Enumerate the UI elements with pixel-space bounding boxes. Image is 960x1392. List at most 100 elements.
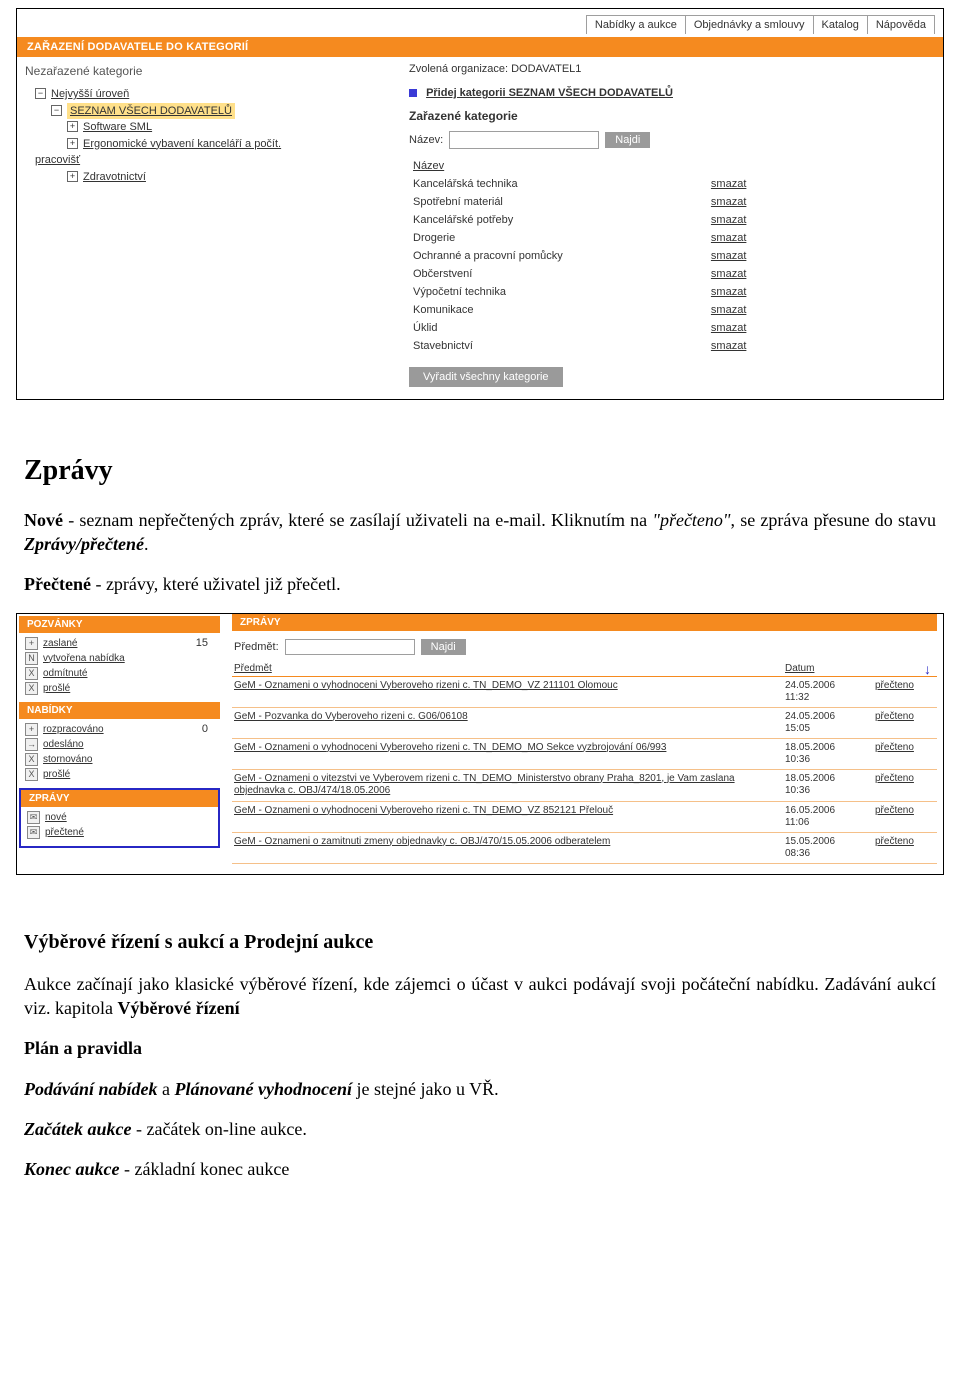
- message-subject[interactable]: GeM - Oznameni o zamitnuti zmeny objedna…: [234, 836, 785, 849]
- tree-node[interactable]: Ergonomické vybavení kanceláří a počít.: [83, 136, 281, 153]
- message-subject[interactable]: GeM - Oznameni o vitezstvi ve Vyberovem …: [234, 773, 785, 798]
- panel-row-label[interactable]: vytvořena nabídka: [43, 653, 125, 664]
- message-status-link[interactable]: přečteno: [875, 773, 935, 784]
- assigned-categories-table: Název Kancelářská technikasmazatSpotřebn…: [409, 157, 789, 355]
- panel-row-label[interactable]: stornováno: [43, 754, 92, 765]
- col-subject-header[interactable]: Předmět: [234, 663, 785, 674]
- tree-root[interactable]: Nejvyšší úroveň: [51, 86, 129, 103]
- category-name: Spotřební materiál: [409, 193, 707, 211]
- collapse-icon[interactable]: −: [35, 88, 46, 99]
- search-label: Název:: [409, 134, 443, 146]
- category-search-input[interactable]: [449, 131, 599, 149]
- col-name-header[interactable]: Název: [409, 157, 707, 175]
- panel-row-label[interactable]: přečtené: [45, 827, 84, 838]
- row-icon: +: [25, 637, 38, 650]
- collapse-icon[interactable]: −: [51, 105, 62, 116]
- message-subject[interactable]: GeM - Pozvanka do Vyberoveho rizeni c. G…: [234, 711, 785, 724]
- row-icon: ✉: [27, 826, 40, 839]
- row-icon: X: [25, 753, 38, 766]
- tab-objednavky-smlouvy[interactable]: Objednávky a smlouvy: [686, 15, 814, 34]
- messages-main: ZPRÁVY Předmět: Najdi Předmět Datum ↓ Ge…: [222, 614, 943, 874]
- category-name: Komunikace: [409, 301, 707, 319]
- message-status-link[interactable]: přečteno: [875, 742, 935, 753]
- col-date-header[interactable]: Datum: [785, 663, 875, 674]
- delete-link[interactable]: smazat: [707, 319, 789, 337]
- message-row: GeM - Oznameni o zamitnuti zmeny objedna…: [232, 833, 937, 864]
- tree-node-wrap[interactable]: pracovišť: [35, 154, 80, 166]
- tab-nabidky-aukce[interactable]: Nabídky a aukce: [586, 15, 686, 34]
- delete-link[interactable]: smazat: [707, 193, 789, 211]
- panel-row-label[interactable]: prošlé: [43, 769, 70, 780]
- panel-row[interactable]: Xprošlé: [25, 681, 214, 696]
- message-subject[interactable]: GeM - Oznameni o vyhodnoceni Vyberoveho …: [234, 742, 785, 755]
- message-status-link[interactable]: přečteno: [875, 805, 935, 816]
- assigned-section-title: Zařazené kategorie: [409, 101, 935, 123]
- panel-row-label[interactable]: nové: [45, 812, 67, 823]
- panel-row-label[interactable]: rozpracováno: [43, 724, 104, 735]
- delete-link[interactable]: smazat: [707, 229, 789, 247]
- message-status-link[interactable]: přečteno: [875, 680, 935, 691]
- panel-row[interactable]: ✉ nové: [27, 810, 212, 825]
- expand-icon[interactable]: +: [67, 121, 78, 132]
- left-panels: POZVÁNKY +zaslané15Nvytvořena nabídkaXod…: [17, 614, 222, 874]
- add-category-link[interactable]: Přidej kategorii SEZNAM VŠECH DODAVATELŮ: [426, 87, 673, 99]
- panel-row-label[interactable]: odmítnuté: [43, 668, 87, 679]
- table-row: Úklidsmazat: [409, 319, 789, 337]
- table-row: Drogeriesmazat: [409, 229, 789, 247]
- panel-row-label[interactable]: zaslané: [43, 638, 77, 649]
- panel-row[interactable]: +zaslané15: [25, 636, 214, 651]
- msg-search-button[interactable]: Najdi: [421, 639, 466, 655]
- delete-link[interactable]: smazat: [707, 175, 789, 193]
- category-name: Občerstvení: [409, 265, 707, 283]
- delete-link[interactable]: smazat: [707, 211, 789, 229]
- panel-row[interactable]: ✉ přečtené: [27, 825, 212, 840]
- message-subject[interactable]: GeM - Oznameni o vyhodnoceni Vyberoveho …: [234, 680, 785, 693]
- panel-row[interactable]: →odesláno: [25, 737, 214, 752]
- heading-plan: Plán a pravidla: [24, 1036, 936, 1060]
- message-status-link[interactable]: přečteno: [875, 711, 935, 722]
- message-date: 16.05.200611:06: [785, 805, 875, 829]
- table-row: Občerstvenísmazat: [409, 265, 789, 283]
- msg-search-input[interactable]: [285, 639, 415, 655]
- search-button[interactable]: Najdi: [605, 132, 650, 148]
- panel-row[interactable]: +rozpracováno0: [25, 722, 214, 737]
- panel-row[interactable]: Xodmítnuté: [25, 666, 214, 681]
- tree-node[interactable]: Zdravotnictví: [83, 169, 146, 186]
- expand-icon[interactable]: +: [67, 171, 78, 182]
- expand-icon[interactable]: +: [67, 138, 78, 149]
- panel-row-label[interactable]: odesláno: [43, 739, 84, 750]
- tab-katalog[interactable]: Katalog: [814, 15, 868, 34]
- tree-node[interactable]: Software SML: [83, 119, 152, 136]
- remove-all-button[interactable]: Vyřadit všechny kategorie: [409, 367, 563, 387]
- panel-row-label[interactable]: prošlé: [43, 683, 70, 694]
- category-name: Ochranné a pracovní pomůcky: [409, 247, 707, 265]
- delete-link[interactable]: smazat: [707, 337, 789, 355]
- row-icon: X: [25, 667, 38, 680]
- delete-link[interactable]: smazat: [707, 301, 789, 319]
- row-icon: +: [25, 723, 38, 736]
- panel-row[interactable]: Nvytvořena nabídka: [25, 651, 214, 666]
- delete-link[interactable]: smazat: [707, 247, 789, 265]
- panel-row[interactable]: Xstornováno: [25, 752, 214, 767]
- tree-highlight[interactable]: SEZNAM VŠECH DODAVATELŮ: [67, 103, 235, 120]
- message-row: GeM - Pozvanka do Vyberoveho rizeni c. G…: [232, 708, 937, 739]
- message-status-link[interactable]: přečteno: [875, 836, 935, 847]
- message-date: 24.05.200615:05: [785, 711, 875, 735]
- tab-napoveda[interactable]: Nápověda: [868, 15, 935, 34]
- row-icon: ✉: [27, 811, 40, 824]
- panel-nabidky-head: NABÍDKY: [19, 702, 220, 719]
- sort-arrow-icon[interactable]: ↓: [924, 661, 931, 677]
- table-row: Kancelářská technikasmazat: [409, 175, 789, 193]
- delete-link[interactable]: smazat: [707, 265, 789, 283]
- delete-link[interactable]: smazat: [707, 283, 789, 301]
- category-tree: − Nejvyšší úroveň − SEZNAM VŠECH DODAVAT…: [25, 84, 385, 185]
- category-name: Stavebnictví: [409, 337, 707, 355]
- panel-row[interactable]: Xprošlé: [25, 767, 214, 782]
- document-body: Zprávy Nové - seznam nepřečtených zpráv,…: [0, 410, 960, 597]
- message-subject[interactable]: GeM - Oznameni o vyhodnoceni Vyberoveho …: [234, 805, 785, 818]
- paragraph-konec: Konec aukce - základní konec aukce: [24, 1157, 936, 1181]
- heading-zpravy: Zprávy: [24, 452, 936, 490]
- assigned-categories-panel: Zvolená organizace: DODAVATEL1 Přidej ka…: [409, 61, 935, 387]
- table-row: Kancelářské potřebysmazat: [409, 211, 789, 229]
- panel-zpravy-left: ZPRÁVY ✉nové✉přečtené: [19, 788, 220, 848]
